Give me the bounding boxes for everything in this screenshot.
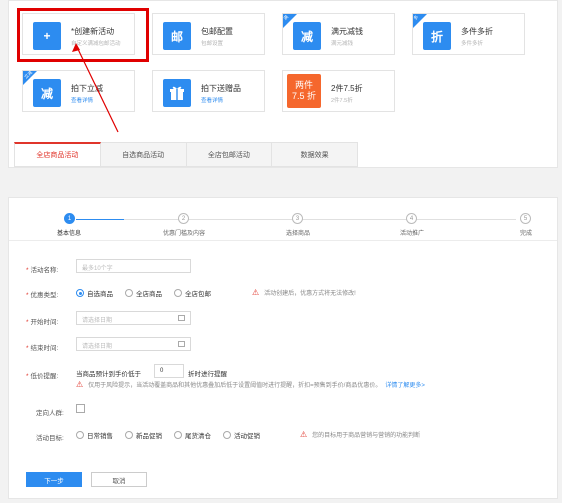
step-label: 优惠门槛及内容 bbox=[162, 231, 206, 237]
type-label: * 优惠类型: bbox=[26, 292, 59, 299]
radio-all-store[interactable]: 全店商品 bbox=[125, 288, 162, 298]
end-time-label: * 结束时间: bbox=[26, 345, 59, 352]
calendar-icon bbox=[178, 341, 185, 347]
radio-promotion[interactable]: 活动促销 bbox=[223, 430, 260, 440]
divider bbox=[9, 240, 557, 241]
learn-more-link[interactable]: 详情了解更多> bbox=[385, 380, 425, 389]
price-text-post: 折时进行提醒 bbox=[188, 371, 227, 378]
tab-free-shipping[interactable]: 全店包邮活动 bbox=[186, 142, 273, 167]
price-threshold-input[interactable]: 0 bbox=[154, 364, 184, 378]
create-activity-form: 1 2 3 4 5 基本信息 优惠门槛及内容 选择商品 活动推广 完成 * 活动名… bbox=[8, 197, 558, 499]
radio-selected-goods[interactable]: 自选商品 bbox=[76, 288, 113, 298]
radio-clearance[interactable]: 尾货清仓 bbox=[174, 430, 211, 440]
step-label: 完成 bbox=[519, 231, 533, 237]
radio-all-free-shipping[interactable]: 全店包邮 bbox=[174, 288, 211, 298]
price-text-pre: 当商品预计到手价低于 bbox=[76, 371, 141, 378]
step-5-dot: 5 bbox=[520, 213, 531, 224]
step-label: 选择商品 bbox=[285, 231, 311, 237]
crowd-label: 定向人群: bbox=[36, 410, 64, 417]
low-price-label: * 低价提醒: bbox=[26, 373, 59, 380]
calendar-icon bbox=[178, 315, 185, 321]
activity-name-input[interactable]: 最多10个字 bbox=[76, 259, 191, 273]
type-warning: ⚠ 活动创建后，优惠方式将无法修改! bbox=[252, 288, 356, 297]
tab-selected-goods[interactable]: 自选商品活动 bbox=[100, 142, 187, 167]
price-warning: ⚠ 仅用于风险提示，当活动覆盖商品和其他优惠叠加后低于设置阈值时进行提醒，折扣=预… bbox=[76, 380, 425, 389]
radio-daily-sales[interactable]: 日常销售 bbox=[76, 430, 113, 440]
goal-warning: ⚠ 您的目标用于商品营销与营销的功能判断 bbox=[300, 430, 421, 439]
radio-new-product[interactable]: 新品促销 bbox=[125, 430, 162, 440]
activity-tabs: 全店商品活动 自选商品活动 全店包邮活动 数据效果 bbox=[14, 142, 358, 167]
warning-icon: ⚠ bbox=[252, 288, 260, 297]
warning-icon: ⚠ bbox=[300, 430, 308, 439]
start-date-picker[interactable]: 请选择日期 bbox=[76, 311, 191, 325]
goal-label: 活动目标: bbox=[36, 435, 64, 442]
steps-progress bbox=[76, 219, 124, 220]
step-2-dot: 2 bbox=[178, 213, 189, 224]
tab-data-effect[interactable]: 数据效果 bbox=[272, 142, 358, 167]
step-1-dot: 1 bbox=[64, 213, 75, 224]
step-3-dot: 3 bbox=[292, 213, 303, 224]
crowd-checkbox[interactable] bbox=[76, 404, 85, 413]
name-label: * 活动名称: bbox=[26, 267, 59, 274]
warning-icon: ⚠ bbox=[76, 380, 84, 389]
start-time-label: * 开始时间: bbox=[26, 319, 59, 326]
end-date-picker[interactable]: 请选择日期 bbox=[76, 337, 191, 351]
tab-all-store[interactable]: 全店商品活动 bbox=[14, 142, 101, 167]
step-label: 活动推广 bbox=[399, 231, 425, 237]
step-label: 基本信息 bbox=[56, 231, 82, 237]
step-4-dot: 4 bbox=[406, 213, 417, 224]
cancel-button[interactable]: 取消 bbox=[91, 472, 147, 487]
next-button[interactable]: 下一步 bbox=[26, 472, 82, 487]
